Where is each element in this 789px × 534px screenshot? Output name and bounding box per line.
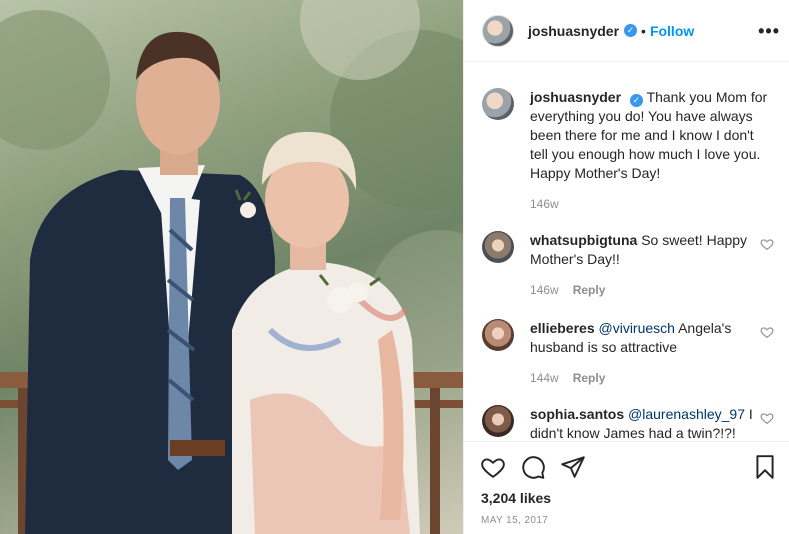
- comment-body: sophia.santos @laurenashley_97 I didn't …: [530, 405, 768, 441]
- comment-timestamp[interactable]: 144w: [530, 371, 559, 385]
- reply-button[interactable]: Reply: [573, 371, 606, 385]
- caption-meta: 146w: [530, 195, 768, 214]
- comment-avatar[interactable]: [482, 405, 514, 437]
- author-username[interactable]: joshuasnyder: [528, 23, 619, 39]
- comment-body: ellieberes @viviruesch Angela's husband …: [530, 319, 768, 388]
- caption-avatar[interactable]: [482, 88, 514, 120]
- comment-mention[interactable]: @laurenashley_97: [628, 406, 745, 422]
- comment-mention[interactable]: @viviruesch: [599, 320, 675, 336]
- comments-list[interactable]: joshuasnyder ✓ Thank you Mom for everyth…: [464, 63, 789, 441]
- comment-meta: 146w Reply: [530, 281, 768, 300]
- likes-count[interactable]: 3,204 likes: [481, 490, 551, 506]
- reply-button[interactable]: Reply: [573, 283, 606, 297]
- verified-badge-icon: ✓: [624, 24, 638, 37]
- comment-body: whatsupbigtuna So sweet! Happy Mother's …: [530, 231, 768, 300]
- comment-timestamp[interactable]: 146w: [530, 283, 559, 297]
- comment-username[interactable]: ellieberes: [530, 320, 595, 336]
- verified-badge-icon: ✓: [629, 94, 643, 107]
- comment-meta: 144w Reply: [530, 369, 768, 388]
- share-icon[interactable]: [560, 454, 586, 480]
- post-sidebar: joshuasnyder ✓ • Follow ••• joshuasnyder…: [463, 0, 789, 534]
- caption-body: joshuasnyder ✓ Thank you Mom for everyth…: [530, 88, 768, 214]
- comment-like-heart-icon[interactable]: [760, 237, 774, 251]
- comment-like-heart-icon[interactable]: [760, 411, 774, 425]
- post-header: joshuasnyder ✓ • Follow •••: [464, 0, 789, 62]
- comment-icon[interactable]: [520, 454, 546, 480]
- caption-timestamp[interactable]: 146w: [530, 197, 559, 211]
- bookmark-icon[interactable]: [752, 454, 778, 480]
- caption-username[interactable]: joshuasnyder: [530, 89, 621, 105]
- photo-illustration: [0, 0, 463, 534]
- post-date[interactable]: MAY 15, 2017: [481, 515, 548, 526]
- instagram-post: joshuasnyder ✓ • Follow ••• joshuasnyder…: [0, 0, 789, 534]
- comment-username[interactable]: whatsupbigtuna: [530, 232, 637, 248]
- more-options-icon[interactable]: •••: [758, 21, 780, 42]
- comment-username[interactable]: sophia.santos: [530, 406, 624, 422]
- comment-like-heart-icon[interactable]: [760, 325, 774, 339]
- heart-icon[interactable]: [480, 454, 506, 480]
- separator-dot: •: [641, 22, 646, 39]
- post-actions: 3,204 likes MAY 15, 2017: [464, 441, 789, 534]
- follow-button[interactable]: Follow: [650, 23, 694, 39]
- author-avatar[interactable]: [482, 14, 514, 47]
- post-photo[interactable]: [0, 0, 463, 534]
- comment-avatar[interactable]: [482, 231, 514, 263]
- comment-avatar[interactable]: [482, 319, 514, 351]
